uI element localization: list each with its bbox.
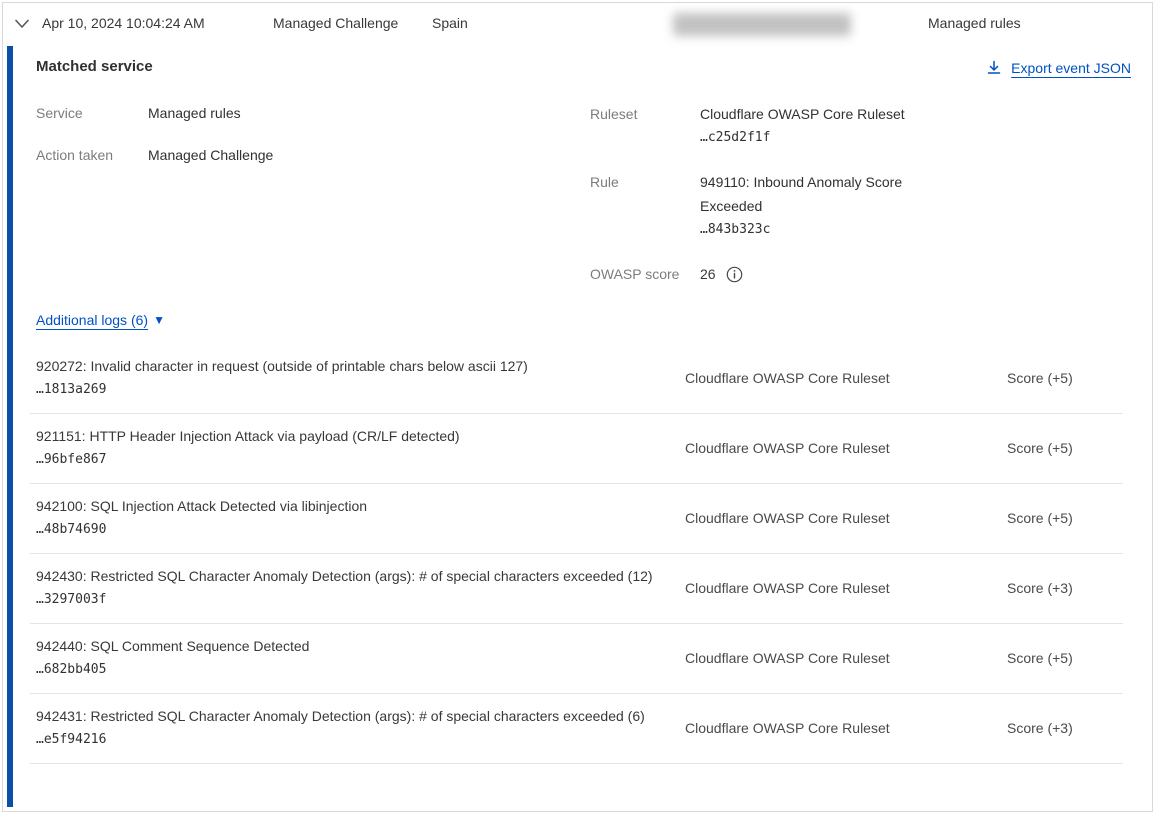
field-rule-value: 949110: Inbound Anomaly Score Exceeded …… — [700, 170, 942, 242]
redacted-field — [673, 13, 851, 36]
log-rule-description: 921151: HTTP Header Injection Attack via… — [36, 425, 659, 448]
field-action-taken: Action taken Managed Challenge — [36, 146, 273, 165]
info-icon[interactable] — [726, 266, 743, 283]
details-right-column: Ruleset Cloudflare OWASP Core Ruleset …c… — [590, 102, 1020, 306]
event-row-header[interactable]: Apr 10, 2024 10:04:24 AM Managed Challen… — [3, 3, 1152, 46]
additional-logs-toggle[interactable]: Additional logs (6) ▼ — [36, 312, 165, 328]
log-score: Score (+3) — [1007, 579, 1123, 598]
log-rule-id: …48b74690 — [36, 518, 659, 542]
log-rule-description: 942440: SQL Comment Sequence Detected — [36, 635, 659, 658]
triangle-down-icon: ▼ — [153, 314, 165, 326]
log-rule-description: 942430: Restricted SQL Character Anomaly… — [36, 565, 659, 588]
log-ruleset-name: Cloudflare OWASP Core Ruleset — [685, 369, 1007, 388]
field-owasp-score: OWASP score 26 — [590, 262, 1020, 286]
field-ruleset-label: Ruleset — [590, 102, 700, 150]
matched-service-details: Service Managed rules Action taken Manag… — [36, 102, 1132, 312]
field-action-taken-value: Managed Challenge — [148, 146, 273, 165]
field-rule: Rule 949110: Inbound Anomaly Score Excee… — [590, 170, 1020, 242]
ruleset-id: …c25d2f1f — [700, 126, 942, 150]
export-link-label: Export event JSON — [1011, 60, 1131, 76]
log-row: 942440: SQL Comment Sequence Detected …6… — [30, 624, 1123, 694]
rule-name: 949110: Inbound Anomaly Score Exceeded — [700, 174, 902, 214]
log-rule-id: …96bfe867 — [36, 448, 659, 472]
log-ruleset-name: Cloudflare OWASP Core Ruleset — [685, 719, 1007, 738]
log-row: 920272: Invalid character in request (ou… — [30, 344, 1123, 414]
log-rule-cell: 921151: HTTP Header Injection Attack via… — [30, 425, 685, 472]
event-details-panel: Matched service Export event JSON Servic… — [3, 46, 1152, 811]
ruleset-name: Cloudflare OWASP Core Ruleset — [700, 106, 905, 122]
log-rule-cell: 942431: Restricted SQL Character Anomaly… — [30, 705, 685, 752]
log-rule-cell: 920272: Invalid character in request (ou… — [30, 355, 685, 402]
field-ruleset-value: Cloudflare OWASP Core Ruleset …c25d2f1f — [700, 102, 942, 150]
field-owasp-score-label: OWASP score — [590, 262, 700, 286]
log-rule-id: …1813a269 — [36, 378, 659, 402]
field-ruleset: Ruleset Cloudflare OWASP Core Ruleset …c… — [590, 102, 1020, 150]
event-container: Apr 10, 2024 10:04:24 AM Managed Challen… — [2, 2, 1153, 812]
rule-id: …843b323c — [700, 218, 942, 242]
log-ruleset-name: Cloudflare OWASP Core Ruleset — [685, 649, 1007, 668]
field-service-label: Service — [36, 104, 148, 123]
log-score: Score (+5) — [1007, 649, 1123, 668]
log-row: 942430: Restricted SQL Character Anomaly… — [30, 554, 1123, 624]
field-service-value: Managed rules — [148, 104, 241, 123]
log-score: Score (+5) — [1007, 369, 1123, 388]
log-rule-cell: 942440: SQL Comment Sequence Detected …6… — [30, 635, 685, 682]
additional-logs-table: 920272: Invalid character in request (ou… — [30, 344, 1123, 764]
log-rule-description: 942100: SQL Injection Attack Detected vi… — [36, 495, 659, 518]
log-row: 942100: SQL Injection Attack Detected vi… — [30, 484, 1123, 554]
owasp-score-value: 26 — [700, 262, 716, 286]
log-ruleset-name: Cloudflare OWASP Core Ruleset — [685, 579, 1007, 598]
log-rule-cell: 942430: Restricted SQL Character Anomaly… — [30, 565, 685, 612]
field-action-taken-label: Action taken — [36, 146, 148, 165]
log-rule-id: …e5f94216 — [36, 728, 659, 752]
panel-title: Matched service — [36, 58, 153, 75]
log-row: 942431: Restricted SQL Character Anomaly… — [30, 694, 1123, 764]
event-timestamp: Apr 10, 2024 10:04:24 AM — [42, 14, 205, 33]
log-rule-id: …682bb405 — [36, 658, 659, 682]
log-rule-id: …3297003f — [36, 588, 659, 612]
event-service: Managed rules — [928, 14, 1021, 33]
chevron-down-icon[interactable] — [14, 18, 30, 30]
log-rule-description: 942431: Restricted SQL Character Anomaly… — [36, 705, 659, 728]
log-score: Score (+5) — [1007, 509, 1123, 528]
log-score: Score (+5) — [1007, 439, 1123, 458]
log-ruleset-name: Cloudflare OWASP Core Ruleset — [685, 439, 1007, 458]
log-row: 921151: HTTP Header Injection Attack via… — [30, 414, 1123, 484]
download-icon — [986, 60, 1002, 76]
event-country: Spain — [432, 14, 468, 33]
additional-logs-label: Additional logs (6) — [36, 312, 148, 328]
log-rule-cell: 942100: SQL Injection Attack Detected vi… — [30, 495, 685, 542]
log-rule-description: 920272: Invalid character in request (ou… — [36, 355, 659, 378]
log-ruleset-name: Cloudflare OWASP Core Ruleset — [685, 509, 1007, 528]
export-event-json-link[interactable]: Export event JSON — [986, 60, 1131, 76]
field-rule-label: Rule — [590, 170, 700, 242]
log-score: Score (+3) — [1007, 719, 1123, 738]
event-action: Managed Challenge — [273, 14, 398, 33]
field-service: Service Managed rules — [36, 104, 241, 123]
